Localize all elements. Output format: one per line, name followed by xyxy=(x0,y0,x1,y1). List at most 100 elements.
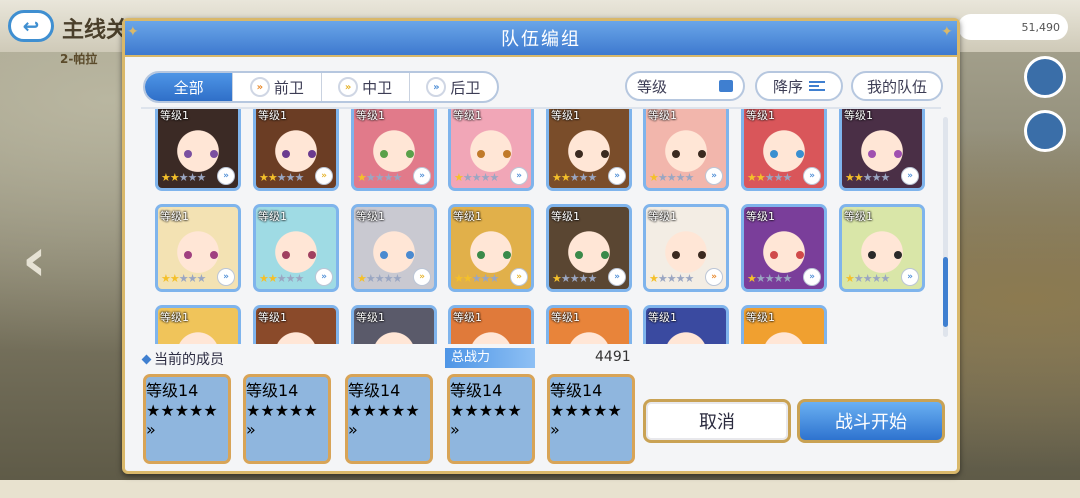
level-label: 等级1 xyxy=(453,109,482,122)
previous-arrow-icon[interactable]: ‹ xyxy=(22,225,47,295)
mid-position-icon: » xyxy=(450,420,460,439)
roster-character-card[interactable]: 等级1★★★★★» xyxy=(643,109,729,191)
tab-middle[interactable]: » 中卫 xyxy=(322,73,410,101)
back-position-icon: » xyxy=(426,77,447,97)
level-label: 等级1 xyxy=(844,210,873,223)
roster-character-card[interactable]: 等级1★★★★★» xyxy=(546,305,632,344)
character-eyes xyxy=(770,251,804,259)
level-label: 等级1 xyxy=(160,311,189,324)
character-eyes xyxy=(184,251,218,259)
scrollbar-thumb[interactable] xyxy=(943,257,948,327)
roster-character-card[interactable]: 等级1★★★★★» xyxy=(155,109,241,191)
tab-front[interactable]: » 前卫 xyxy=(233,73,322,101)
roster-character-card[interactable]: 等级1★★★★★» xyxy=(448,109,534,191)
stage-subtitle: 2-帕拉 xyxy=(60,52,98,66)
diamond-icon xyxy=(141,354,152,364)
back-position-icon: » xyxy=(608,167,626,185)
my-team-label: 我的队伍 xyxy=(866,77,927,96)
roster-character-card[interactable]: 等级1★★★★★» xyxy=(839,204,925,292)
star-rating-icon: ★★★★★ xyxy=(259,272,304,285)
front-position-icon: » xyxy=(249,77,270,97)
back-button[interactable]: ↩ xyxy=(8,10,54,42)
roster-character-card[interactable]: 等级1★★★★★» xyxy=(448,305,534,344)
level-label: 等级1 xyxy=(551,109,580,122)
descending-sort-icon xyxy=(809,81,825,91)
star-rating-icon: ★★★★★ xyxy=(747,171,792,184)
star-rating-icon: ★★★★★ xyxy=(161,272,206,285)
team-member-card[interactable]: 等级14 ★★★★★» xyxy=(345,374,433,464)
star-rating-icon: ★★★★★ xyxy=(552,272,597,285)
map-icon[interactable] xyxy=(1024,56,1066,98)
team-member-card[interactable]: 等级14 ★★★★★» xyxy=(547,374,635,464)
roster-character-card[interactable]: 等级1★★★★★» xyxy=(546,109,632,191)
level-label: 等级1 xyxy=(258,210,287,223)
level-label: 等级1 xyxy=(356,210,385,223)
cloud-icon[interactable] xyxy=(1024,110,1066,152)
level-label: 等级1 xyxy=(258,311,287,324)
tab-all[interactable]: 全部 xyxy=(145,73,234,101)
team-member-card[interactable]: 等级14 ★★★★★» xyxy=(447,374,535,464)
back-position-icon: » xyxy=(803,167,821,185)
level-label: 等级14 xyxy=(550,381,603,400)
order-toggle-button[interactable]: 降序 xyxy=(755,71,843,101)
dialog-header: 队伍编组 xyxy=(125,21,957,57)
level-label: 等级14 xyxy=(348,381,401,400)
star-rating-icon: ★★★★★ xyxy=(348,401,420,420)
roster-character-card[interactable]: 等级1★★★★★» xyxy=(839,109,925,191)
current-members-heading: 当前的成员 xyxy=(141,349,224,369)
star-rating-icon: ★★★★★ xyxy=(845,272,890,285)
back-position-icon: » xyxy=(901,167,919,185)
roster-character-card[interactable]: 等级1★★★★★» xyxy=(351,204,437,292)
total-power-value: 4491 xyxy=(595,349,631,365)
tab-back[interactable]: » 后卫 xyxy=(410,73,497,101)
team-member-card[interactable]: 等级14 ★★★★★» xyxy=(143,374,231,464)
character-eyes xyxy=(672,150,706,158)
back-position-icon: » xyxy=(705,167,723,185)
main-nav-bar xyxy=(0,480,1080,498)
roster-character-card[interactable]: 等级1★★★★★» xyxy=(643,204,729,292)
level-label: 等级1 xyxy=(258,109,287,122)
roster-character-card[interactable]: 等级1★★★★★» xyxy=(643,305,729,344)
roster-character-card[interactable]: 等级1★★★★★» xyxy=(546,204,632,292)
tab-label: 中卫 xyxy=(362,78,393,97)
team-formation-dialog: 队伍编组 ✦ ✦ 全部 » 前卫 » 中卫 » 后卫 等级 降序 我的队伍 等级1 ★★… xyxy=(122,18,960,474)
back-position-icon: » xyxy=(217,167,235,185)
star-rating-icon: ★★★★★ xyxy=(845,171,890,184)
star-rating-icon: ★★★★★ xyxy=(454,272,499,285)
character-eyes xyxy=(380,251,414,259)
level-label: 等级1 xyxy=(746,109,775,122)
character-eyes xyxy=(575,251,609,259)
roster-character-card[interactable]: 等级1★★★★★» xyxy=(741,305,827,344)
star-rating-icon: ★★★★★ xyxy=(357,171,402,184)
roster-character-card[interactable]: 等级1★★★★★» xyxy=(253,204,339,292)
sort-by-button[interactable]: 等级 xyxy=(625,71,745,101)
character-eyes xyxy=(575,150,609,158)
roster-character-card[interactable]: 等级1★★★★★» xyxy=(351,109,437,191)
start-battle-button[interactable]: 战斗开始 xyxy=(797,399,945,443)
character-eyes xyxy=(282,150,316,158)
roster-character-card[interactable]: 等级1★★★★★» xyxy=(448,204,534,292)
corner-ornament-icon: ✦ xyxy=(941,24,953,40)
roster-character-card[interactable]: 等级1★★★★★» xyxy=(155,204,241,292)
stage-title: 主线关 xyxy=(62,18,129,43)
gold-value: 51,490 xyxy=(1021,20,1061,34)
roster-character-card[interactable]: 等级1★★★★★» xyxy=(155,305,241,344)
roster-character-card[interactable]: 等级1 ★★★★★ » xyxy=(741,109,827,191)
roster-character-card[interactable]: 等级1★★★★★» xyxy=(253,305,339,344)
level-label: 等级14 xyxy=(146,381,199,400)
character-eyes xyxy=(184,150,218,158)
character-eyes xyxy=(477,251,511,259)
cancel-button[interactable]: 取消 xyxy=(643,399,791,443)
star-rating-icon: ★★★★★ xyxy=(550,401,622,420)
roster-character-card[interactable]: 等级1★★★★★» xyxy=(741,204,827,292)
roster-character-card[interactable]: 等级1★★★★★» xyxy=(351,305,437,344)
back-position-icon: » xyxy=(217,268,235,286)
team-member-card[interactable]: 等级14 ★★★★★» xyxy=(243,374,331,464)
my-team-button[interactable]: 我的队伍 xyxy=(851,71,943,101)
roster-character-card[interactable]: 等级1★★★★★» xyxy=(253,109,339,191)
level-label: 等级14 xyxy=(450,381,503,400)
gold-counter: 51,490 xyxy=(958,14,1068,40)
level-label: 等级1 xyxy=(356,109,385,122)
star-rating-icon: ★★★★★ xyxy=(649,272,694,285)
roster-scrollbar[interactable] xyxy=(943,117,948,337)
